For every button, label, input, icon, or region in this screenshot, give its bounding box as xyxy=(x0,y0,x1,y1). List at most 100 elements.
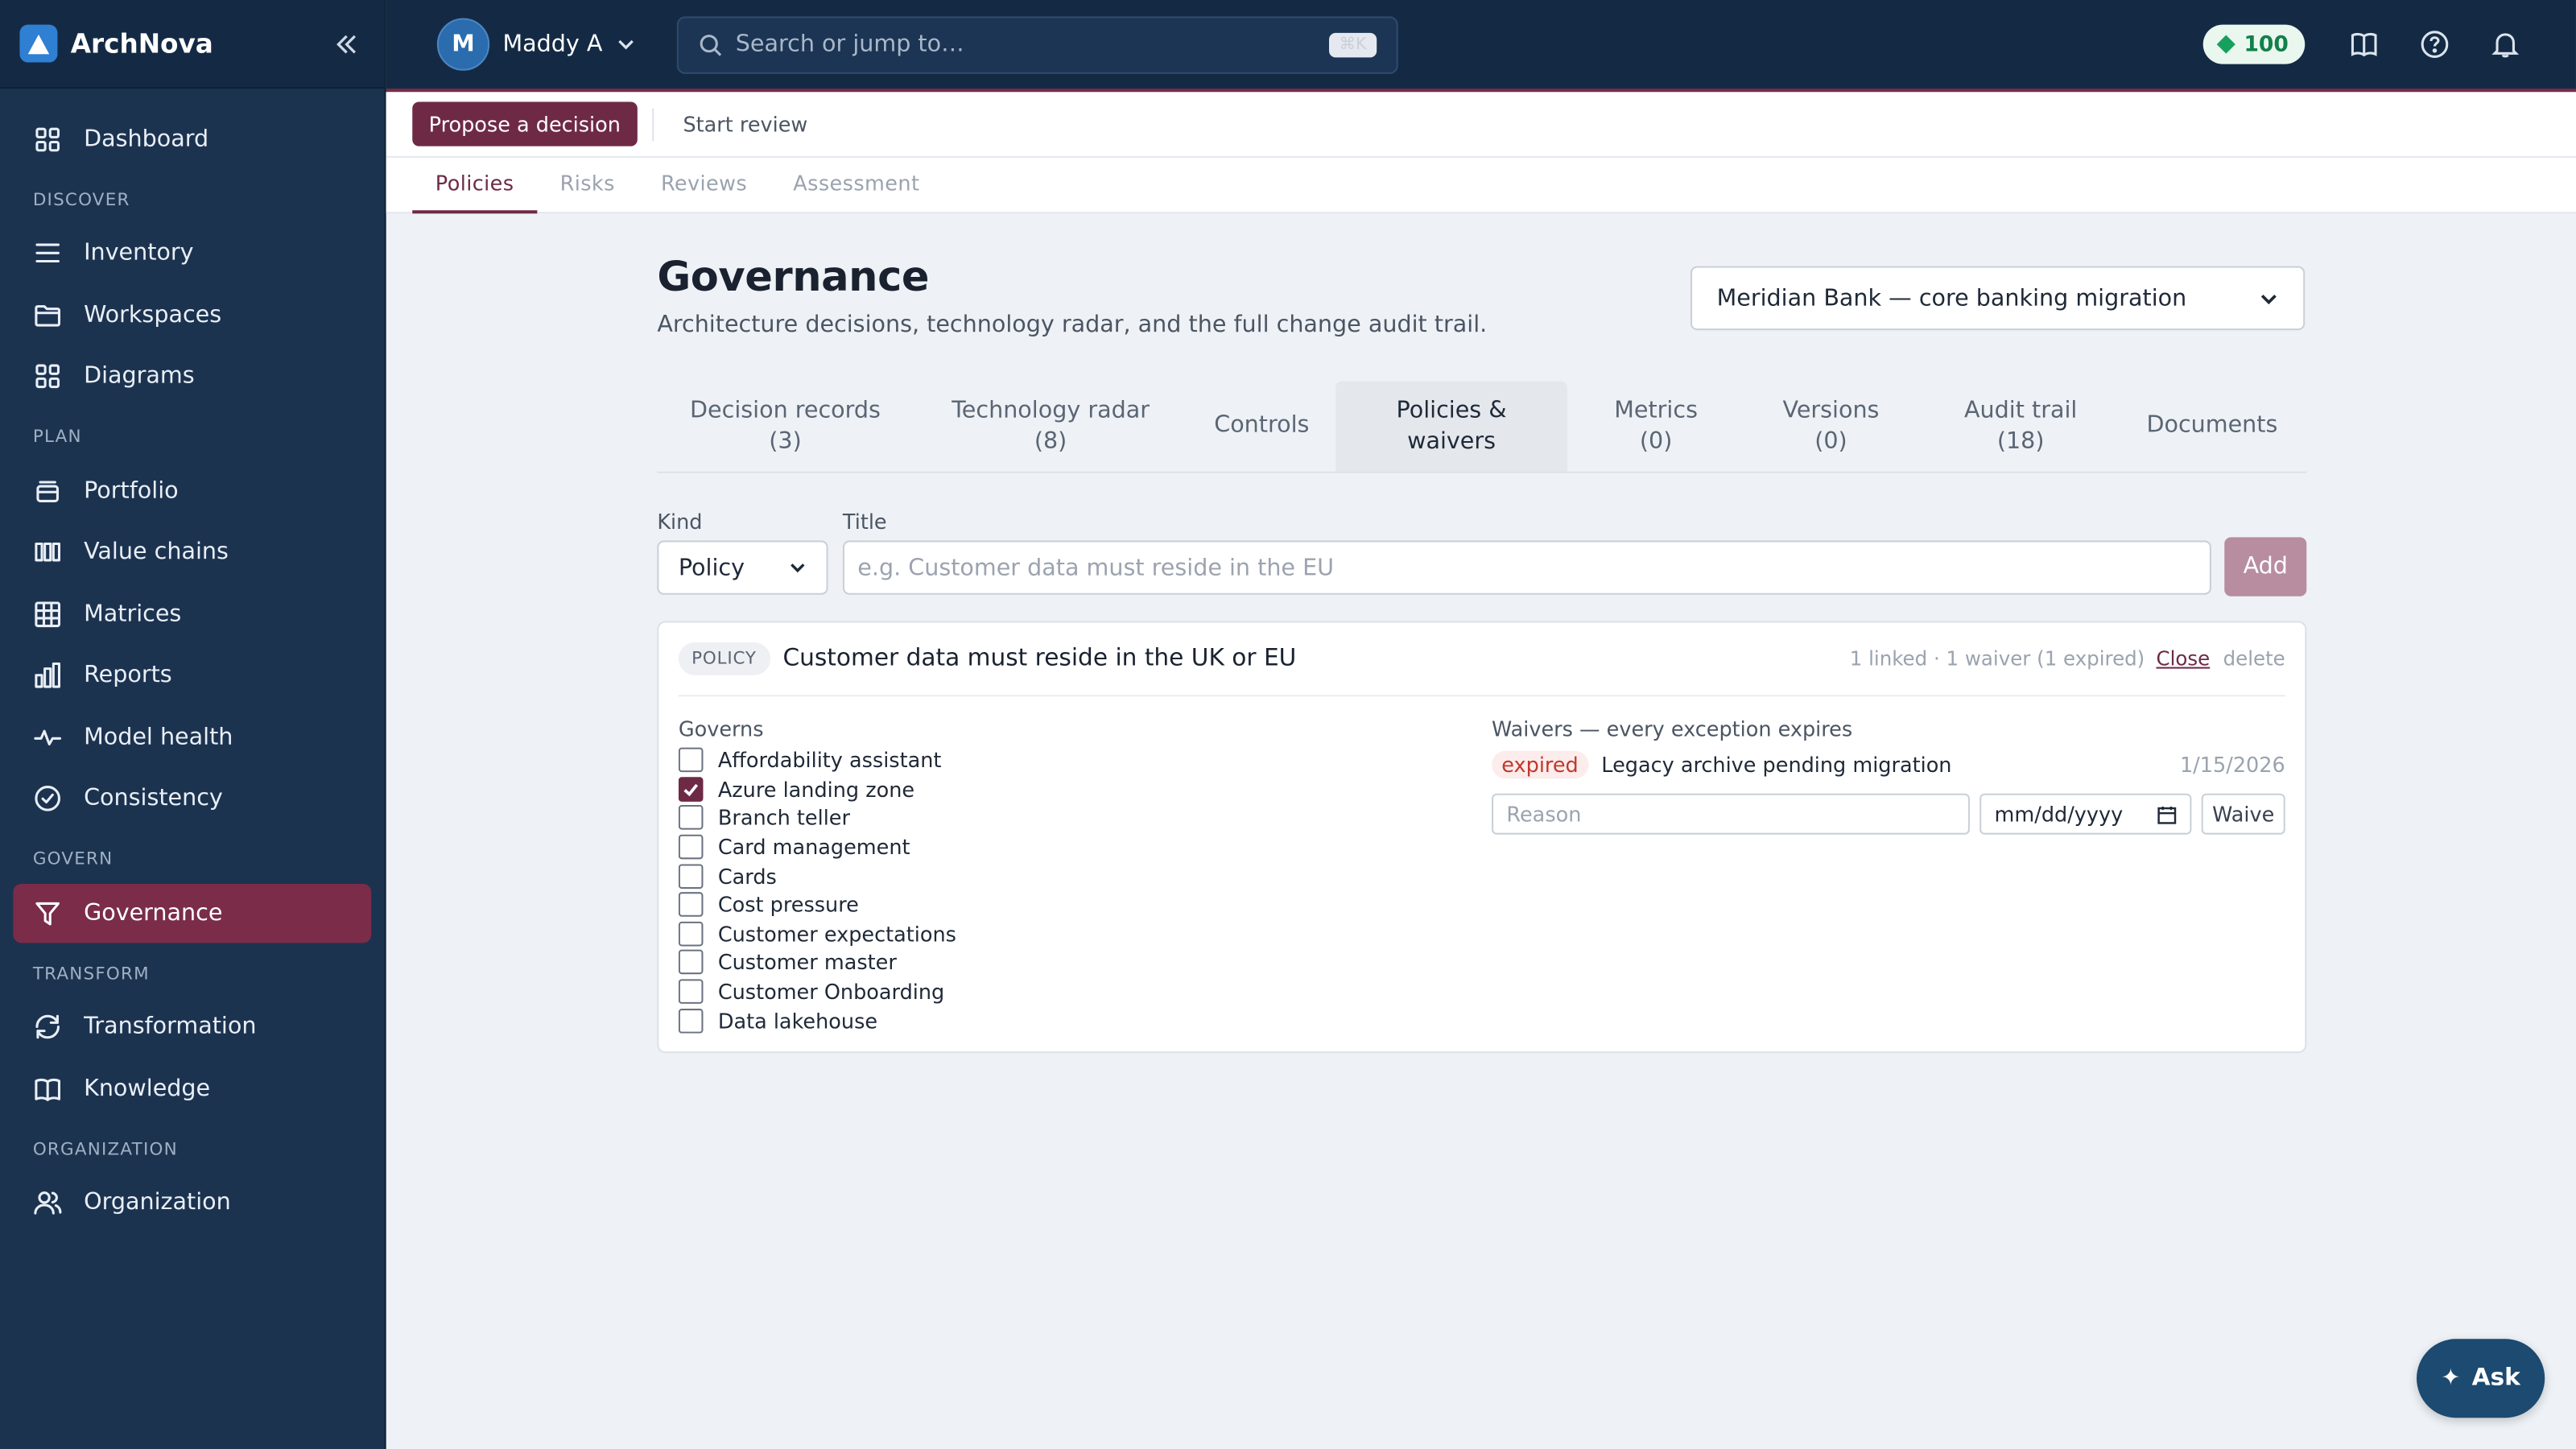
sidebar-section-title: TRANSFORM xyxy=(32,963,150,984)
grid-icon xyxy=(33,124,84,154)
tab-metrics[interactable]: Metrics (0) xyxy=(1567,381,1744,471)
sidebar-item-label: Model health xyxy=(84,723,233,750)
collapse-sidebar-icon[interactable] xyxy=(328,26,365,62)
tab-policies[interactable]: Policies & waivers xyxy=(1335,381,1567,472)
checkbox[interactable] xyxy=(678,979,704,1005)
checkbox[interactable] xyxy=(678,805,704,831)
sidebar-item-consistency[interactable]: Consistency xyxy=(13,769,371,828)
propose-decision-button[interactable]: Propose a decision xyxy=(412,101,638,147)
governs-item-label: Card management xyxy=(717,834,910,860)
sidebar-item-organization[interactable]: Organization xyxy=(13,1173,371,1232)
action-bar: Propose a decision Start review xyxy=(386,92,2576,158)
sidebar-item-transformation[interactable]: Transformation xyxy=(13,997,371,1056)
checkbox[interactable] xyxy=(678,1008,704,1033)
page-title: Governance xyxy=(657,253,930,301)
sidebar-item-label: Consistency xyxy=(84,785,223,812)
sidebar-item-label: Governance xyxy=(84,899,223,926)
governs-item[interactable]: Customer master xyxy=(678,948,1468,977)
sidebar-item-value-chains[interactable]: Value chains xyxy=(13,522,371,581)
credits-badge[interactable]: 100 xyxy=(2202,24,2306,64)
project-select-value: Meridian Bank — core banking migration xyxy=(1716,285,2187,312)
sidebar-item-matrices[interactable]: Matrices xyxy=(13,584,371,643)
search-input[interactable]: Search or jump to… ⌘K xyxy=(676,15,1398,73)
governs-item[interactable]: Data lakehouse xyxy=(678,1006,1468,1034)
governs-item[interactable]: Azure landing zone xyxy=(678,774,1468,803)
filter-icon xyxy=(33,898,84,927)
governs-item[interactable]: Card management xyxy=(678,832,1468,861)
governs-item[interactable]: Customer Onboarding xyxy=(678,977,1468,1006)
start-review-button[interactable]: Start review xyxy=(668,112,823,137)
table-icon xyxy=(33,599,84,629)
tab-assessment[interactable]: Assessment xyxy=(770,158,943,213)
bell-icon[interactable] xyxy=(2469,19,2540,68)
tab-documents[interactable]: Documents xyxy=(2124,381,2300,471)
tab-label: Metrics xyxy=(1614,396,1698,423)
user-menu[interactable]: M Maddy A xyxy=(436,18,635,71)
sidebar-item-knowledge[interactable]: Knowledge xyxy=(13,1059,371,1117)
tab-technology-radar[interactable]: Technology radar (8) xyxy=(914,381,1188,471)
checkbox[interactable] xyxy=(678,921,704,947)
checkbox[interactable] xyxy=(678,892,704,918)
checkbox[interactable] xyxy=(678,950,704,976)
tab-controls[interactable]: Controls xyxy=(1187,381,1335,471)
sidebar-item-label: Reports xyxy=(84,662,172,689)
search-placeholder: Search or jump to… xyxy=(735,31,964,58)
sidebar-item-inventory[interactable]: Inventory xyxy=(13,224,371,283)
sparkle-icon: ✦ xyxy=(2441,1364,2461,1392)
kind-select[interactable]: Policy xyxy=(657,540,828,595)
sidebar-nav: Dashboard DISCOVER Inventory Workspaces Diag… xyxy=(0,89,385,1232)
sidebar-item-governance[interactable]: Governance xyxy=(13,882,372,943)
add-button[interactable]: Add xyxy=(2224,537,2307,597)
sidebar-item-label: Diagrams xyxy=(84,363,195,390)
checkbox[interactable] xyxy=(678,748,704,773)
governs-item[interactable]: Cards xyxy=(678,861,1468,890)
governance-tabs: Decision records (3) Technology radar (8) Co… xyxy=(657,381,2307,473)
waive-button[interactable]: Waive xyxy=(2201,793,2285,835)
tab-policies[interactable]: Policies xyxy=(412,158,538,214)
date-placeholder: mm/dd/yyyy xyxy=(1994,801,2124,827)
sidebar-item-label: Matrices xyxy=(84,600,182,627)
help-icon[interactable] xyxy=(2399,19,2470,68)
chevron-down-icon xyxy=(791,564,805,573)
sidebar-item-workspaces[interactable]: Workspaces xyxy=(13,285,371,344)
close-policy-link[interactable]: Close xyxy=(2157,647,2211,671)
chevron-down-icon xyxy=(2260,294,2277,304)
waiver-date-input[interactable]: mm/dd/yyyy xyxy=(1979,793,2192,835)
governs-item-label: Data lakehouse xyxy=(717,1008,878,1033)
ask-label: Ask xyxy=(2471,1364,2520,1392)
tab-decision-records[interactable]: Decision records (3) xyxy=(657,381,913,471)
divider xyxy=(651,107,654,141)
delete-policy-link[interactable]: delete xyxy=(2223,647,2285,671)
tab-count: (18) xyxy=(1996,427,2045,455)
tab-risks[interactable]: Risks xyxy=(537,158,638,213)
book-icon xyxy=(33,1074,84,1104)
sidebar-item-portfolio[interactable]: Portfolio xyxy=(13,460,371,519)
checkbox[interactable] xyxy=(678,834,704,860)
ask-button[interactable]: ✦ Ask xyxy=(2417,1339,2545,1418)
tab-versions[interactable]: Versions (0) xyxy=(1744,381,1917,471)
governs-list[interactable]: Affordability assistant Azure landing zon… xyxy=(678,746,1468,1034)
governs-item[interactable]: Branch teller xyxy=(678,803,1468,832)
governs-item[interactable]: Customer expectations xyxy=(678,919,1468,948)
policy-title-input[interactable]: e.g. Customer data must reside in the EU xyxy=(842,540,2211,595)
checkbox[interactable] xyxy=(678,863,704,889)
project-select[interactable]: Meridian Bank — core banking migration xyxy=(1690,266,2306,331)
checkbox[interactable] xyxy=(678,777,704,802)
governs-item[interactable]: Cost pressure xyxy=(678,890,1468,919)
policy-meta: 1 linked · 1 waiver (1 expired) xyxy=(1849,647,2145,671)
governs-item[interactable]: Affordability assistant xyxy=(678,746,1468,775)
sidebar-item-dashboard[interactable]: Dashboard xyxy=(13,109,371,168)
sidebar-item-reports[interactable]: Reports xyxy=(13,646,371,704)
sidebar-item-diagrams[interactable]: Diagrams xyxy=(13,347,371,406)
tab-reviews[interactable]: Reviews xyxy=(638,158,770,213)
tab-count: (8) xyxy=(1034,427,1067,455)
sidebar-item-model-health[interactable]: Model health xyxy=(13,708,371,766)
columns-icon xyxy=(33,537,84,567)
chevron-down-icon xyxy=(617,39,634,50)
tab-audit-trail[interactable]: Audit trail (18) xyxy=(1918,381,2124,471)
kind-select-value: Policy xyxy=(678,554,745,581)
book-icon[interactable] xyxy=(2328,19,2399,68)
top-right-tools: 100 xyxy=(2202,19,2540,68)
policy-title: Customer data must reside in the UK or E… xyxy=(782,646,1297,672)
waiver-reason-input[interactable]: Reason xyxy=(1492,793,1970,835)
